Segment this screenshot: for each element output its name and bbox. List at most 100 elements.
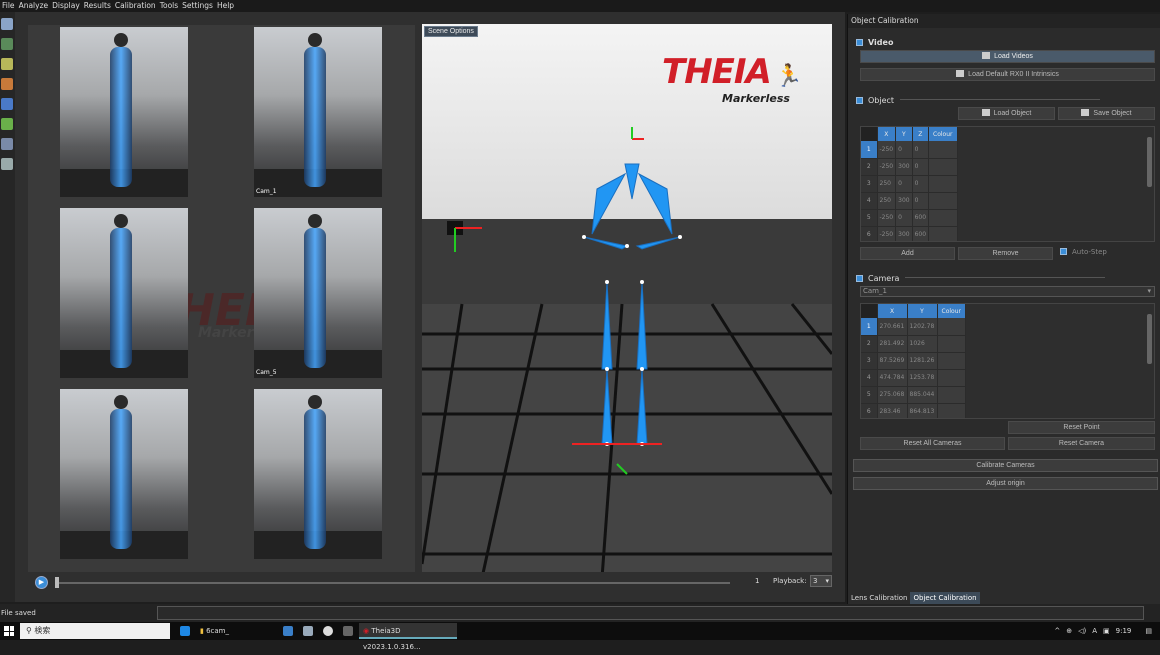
taskbar-folder[interactable]: ▮ 6cam_ [196, 623, 233, 639]
camera-view[interactable]: Cam_5 [254, 208, 382, 378]
play-button[interactable]: ▶ [35, 576, 48, 589]
terminal-icon[interactable] [343, 626, 354, 636]
panel-tabs: Lens Calibration Object Calibration [848, 592, 980, 604]
add-button[interactable]: Add [860, 247, 955, 260]
panel-title: Object Calibration [848, 14, 1160, 28]
clock[interactable]: 9:19 [1116, 627, 1132, 635]
theia-logo: THEIA 🏃 Markerless [662, 52, 803, 105]
object-table-scrollbar[interactable] [1147, 137, 1152, 187]
reset-camera-button[interactable]: Reset Camera [1008, 437, 1155, 450]
table-row[interactable]: 3 87.5269 1281.26 [861, 352, 966, 370]
playback-bar: ▶ 1 Playback: 3 ▾ [15, 572, 845, 594]
load-intrinsics-button[interactable]: Load Default RX0 II Intrinsics [860, 68, 1155, 81]
menu-tools[interactable]: Tools [158, 0, 180, 12]
save-object-button[interactable]: Save Object [1058, 107, 1155, 120]
column-header[interactable]: Z [912, 127, 930, 141]
reset-all-cameras-button[interactable]: Reset All Cameras [860, 437, 1005, 450]
menu-calibration[interactable]: Calibration [113, 0, 158, 12]
column-header[interactable]: X [877, 304, 908, 318]
runner-icon: 🏃 [775, 64, 803, 89]
column-header[interactable]: Y [895, 127, 913, 141]
chevron-up-icon[interactable]: ^ [1054, 627, 1060, 635]
export-icon[interactable] [1, 118, 13, 130]
timeline-scrubber[interactable] [55, 582, 730, 584]
scene-options-button[interactable]: Scene Options [424, 26, 478, 37]
table-row[interactable]: 4 474.784 1253.78 [861, 369, 966, 387]
windows-start-icon[interactable] [4, 626, 14, 636]
camera-point-table: X Y Colour 1 270.661 1202.78 2 281.492 1026 … [860, 303, 1155, 419]
ime-indicator[interactable]: A [1092, 627, 1097, 635]
table-row[interactable]: 4 250 300 0 [861, 192, 958, 210]
table-row[interactable]: 1 270.661 1202.78 [861, 318, 966, 336]
taskbar-search-box[interactable]: ⚲ 検索 [20, 623, 170, 639]
mail-icon[interactable] [283, 626, 294, 636]
camera-view[interactable] [60, 27, 188, 197]
status-bar: File saved [0, 604, 1160, 622]
camera-view[interactable] [254, 389, 382, 559]
keyboard-icon[interactable]: ▣ [1103, 627, 1110, 635]
image-icon[interactable] [1, 38, 13, 50]
menu-results[interactable]: Results [82, 0, 113, 12]
table-row[interactable]: 5 275.068 885.044 [861, 386, 966, 404]
menu-display[interactable]: Display [50, 0, 82, 12]
chevron-down-icon: ▾ [825, 577, 829, 585]
taskbar-theia-app[interactable]: ◉ Theia3D v2023.1.0.316... [359, 623, 458, 651]
logo-subtext: Markerless [722, 92, 790, 105]
camera-table-scrollbar[interactable] [1147, 314, 1152, 364]
document-icon[interactable] [1, 18, 13, 30]
settings-gear-icon[interactable] [1, 158, 13, 170]
object-section-checkbox[interactable] [856, 97, 863, 104]
folder-icon: ▮ [200, 627, 204, 635]
theia-app-icon: ◉ [363, 627, 370, 635]
tab-lens-calibration[interactable]: Lens Calibration [848, 592, 911, 604]
menu-file[interactable]: File [0, 0, 17, 12]
camera-view[interactable] [60, 208, 188, 378]
skeleton-icon[interactable] [1, 58, 13, 70]
table-row[interactable]: 2 281.492 1026 [861, 335, 966, 353]
column-header[interactable]: X [877, 127, 897, 141]
auto-step-toggle[interactable]: Auto-Step [1060, 248, 1107, 256]
object-section-header: Object [856, 96, 1101, 105]
scene-3d-view[interactable]: Scene Options THEIA 🏃 Markerless [422, 24, 832, 578]
playback-speed-select[interactable]: 3 ▾ [810, 575, 832, 587]
video-section-header: Video [856, 38, 893, 47]
photos-icon[interactable] [303, 626, 314, 636]
camera-select[interactable]: Cam_1 ▾ [860, 286, 1155, 297]
camera-grid: THEIA Markerl Cam_1 Cam_5 [28, 25, 415, 578]
edge-browser-icon[interactable] [180, 626, 190, 636]
camera-section-checkbox[interactable] [856, 275, 863, 282]
remove-button[interactable]: Remove [958, 247, 1053, 260]
column-header[interactable]: Colour [937, 304, 966, 318]
chart-icon[interactable] [1, 78, 13, 90]
camera-section-header: Camera [856, 274, 1106, 283]
table-row[interactable]: 5 -250 0 600 [861, 209, 958, 227]
table-row[interactable]: 3 250 0 0 [861, 175, 958, 193]
reset-point-button[interactable]: Reset Point [1008, 421, 1155, 434]
tab-object-calibration[interactable]: Object Calibration [910, 592, 980, 604]
column-header[interactable]: Y [907, 304, 938, 318]
menu-settings[interactable]: Settings [180, 0, 215, 12]
status-field [157, 606, 1144, 620]
table-row[interactable]: 2 -250 300 0 [861, 158, 958, 176]
menu-analyze[interactable]: Analyze [17, 0, 51, 12]
table-row[interactable]: 6 -250 300 600 [861, 226, 958, 241]
calibrate-cameras-button[interactable]: Calibrate Cameras [853, 459, 1158, 472]
network-icon[interactable]: ⊕ [1066, 627, 1072, 635]
column-header[interactable]: Colour [928, 127, 958, 141]
load-object-button[interactable]: Load Object [958, 107, 1055, 120]
save-icon[interactable] [1, 98, 13, 110]
notification-icon[interactable]: ▤ [1145, 627, 1152, 635]
adjust-origin-button[interactable]: Adjust origin [853, 477, 1158, 490]
auto-step-checkbox[interactable] [1060, 248, 1067, 255]
menu-help[interactable]: Help [215, 0, 236, 12]
camera-view[interactable] [60, 389, 188, 559]
camera-view[interactable]: Cam_1 [254, 27, 382, 197]
volume-icon[interactable]: ◁) [1078, 627, 1086, 635]
table-row[interactable]: 1 -250 0 0 [861, 141, 958, 159]
camera-icon[interactable] [1, 138, 13, 150]
timeline-handle[interactable] [55, 577, 59, 588]
table-row[interactable]: 6 283.46 864.813 [861, 403, 966, 418]
video-section-checkbox[interactable] [856, 39, 863, 46]
settings-gear-icon[interactable] [323, 626, 334, 636]
load-videos-button[interactable]: Load Videos [860, 50, 1155, 63]
